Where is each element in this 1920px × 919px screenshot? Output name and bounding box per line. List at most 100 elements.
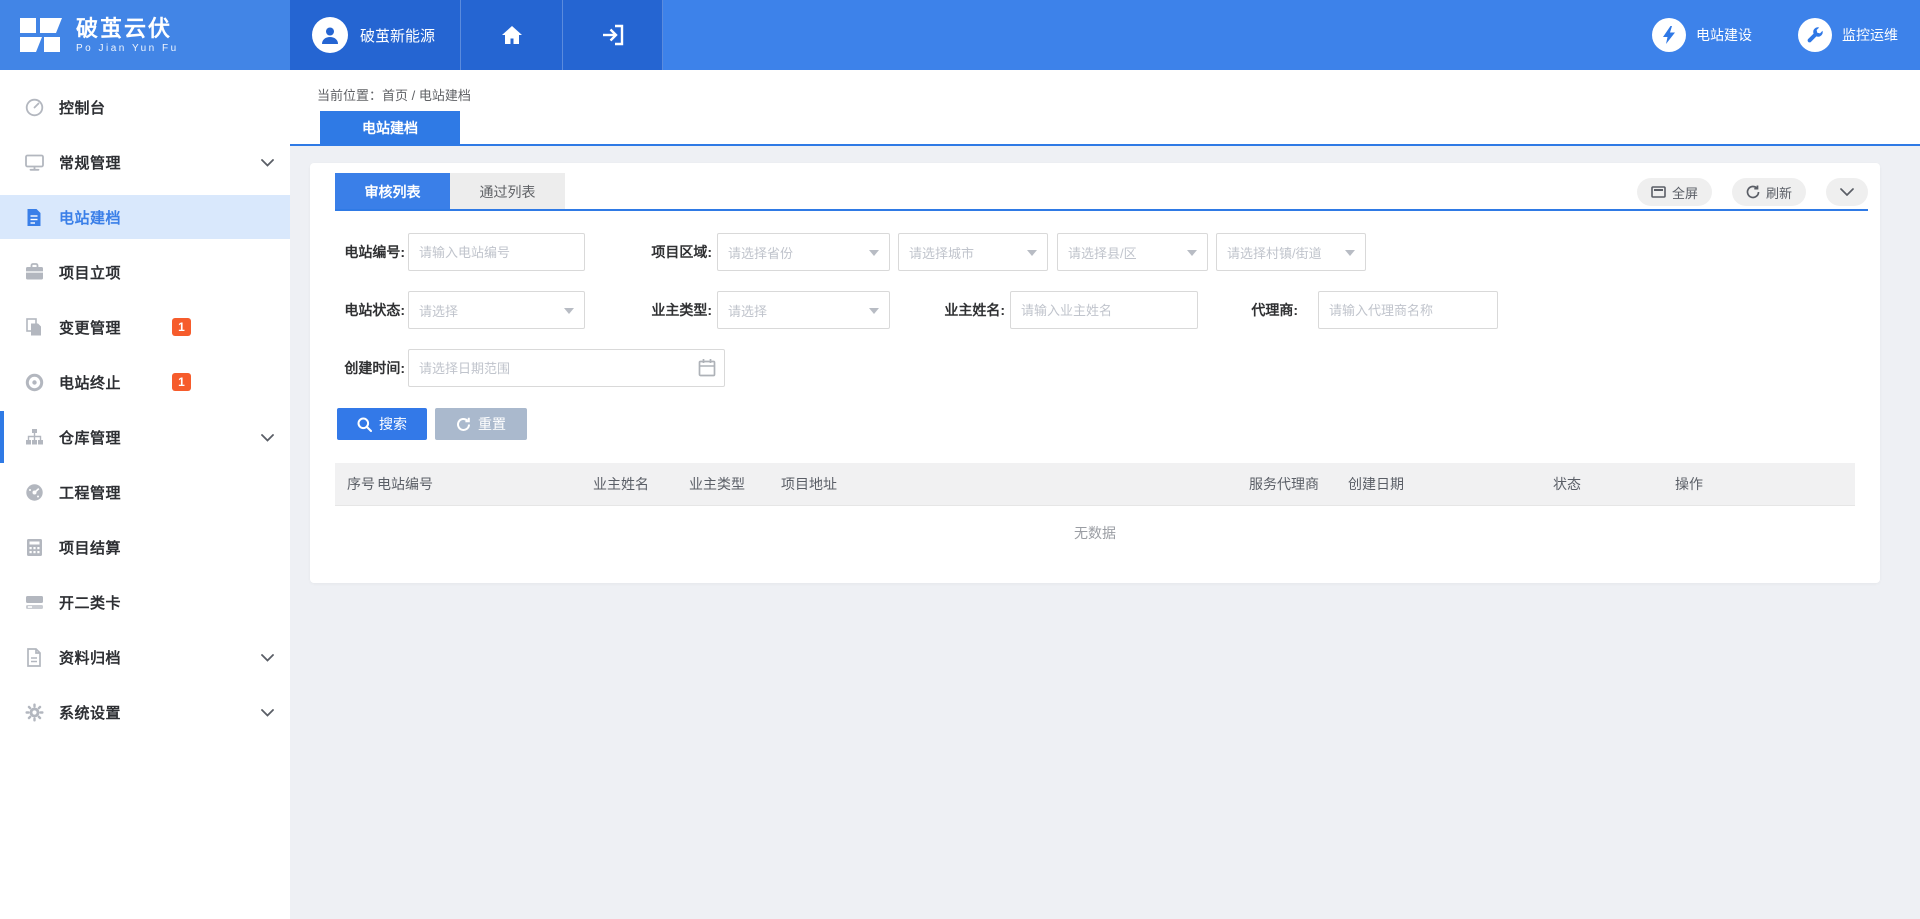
sidebar: 控制台 常规管理 电站建档 项目立项 变更管理 1 电站终止 1 [0,70,290,919]
chevron-down-icon [261,159,274,167]
owner-name-input[interactable] [1010,291,1198,329]
briefcase-icon [24,262,44,282]
tab-underline [335,209,1868,211]
sidebar-item-console[interactable]: 控制台 [0,85,290,129]
col-owner-name: 业主姓名 [593,463,649,506]
col-address: 项目地址 [781,463,837,506]
sidebar-item-system-settings[interactable]: 系统设置 [0,690,290,734]
col-owner-type: 业主类型 [689,463,745,506]
breadcrumb-current: 电站建档 [419,88,471,103]
reset-icon [456,417,471,432]
sidebar-item-label: 电站终止 [59,372,121,393]
search-button[interactable]: 搜索 [337,408,427,440]
sidebar-item-engineering-mgmt[interactable]: 工程管理 [0,470,290,514]
owner-name-label: 业主姓名: [890,291,1005,329]
sidebar-item-open-card[interactable]: 开二类卡 [0,580,290,624]
fullscreen-label: 全屏 [1672,183,1698,202]
owner-type-label: 业主类型: [590,291,712,329]
monitor-icon [24,152,44,172]
sidebar-item-warehouse-mgmt[interactable]: 仓库管理 [0,415,290,459]
sidebar-item-label: 仓库管理 [59,427,121,448]
sidebar-item-data-archive[interactable]: 资料归档 [0,635,290,679]
empty-table-message: 无数据 [335,523,1855,543]
sidebar-item-label: 工程管理 [59,482,121,503]
station-status-select[interactable]: 请选择 [408,291,585,329]
user-avatar-icon [312,17,348,53]
logo-title: 破茧云伏 [76,17,179,41]
collapse-panel-button[interactable] [1826,178,1868,206]
tab-review-list[interactable]: 审核列表 [335,173,450,211]
breadcrumb-home-link[interactable]: 首页 [382,88,408,103]
station-no-label: 电站编号: [310,233,405,271]
calculator-icon [24,537,44,557]
main-content: 当前位置：首页 / 电站建档 电站建档 审核列表 通过列表 全屏 刷新 电站编号… [290,70,1920,919]
change-mgmt-badge: 1 [172,318,191,336]
nav-station-build[interactable]: 电站建设 [1652,18,1752,52]
refresh-button[interactable]: 刷新 [1732,178,1806,206]
col-actions: 操作 [1675,463,1703,506]
station-termination-badge: 1 [172,373,191,391]
sidebar-item-label: 变更管理 [59,317,121,338]
company-name: 破茧新能源 [360,25,435,46]
sidebar-item-station-termination[interactable]: 电站终止 1 [0,360,290,404]
copy-pages-icon [24,317,44,337]
lightning-icon [1652,18,1686,52]
chevron-down-icon [261,654,274,662]
sidebar-item-label: 项目立项 [59,262,121,283]
breadcrumb-bar: 当前位置：首页 / 电站建档 电站建档 [290,70,1920,146]
city-select[interactable]: 请选择城市 [898,233,1048,271]
record-circle-icon [24,372,44,392]
app-header: 破茧云伏 Po Jian Yun Fu 破茧新能源 电站建设 [0,0,1920,70]
sidebar-item-label: 系统设置 [59,702,121,723]
fullscreen-icon [1651,186,1666,198]
fullscreen-button[interactable]: 全屏 [1637,178,1712,206]
create-time-label: 创建时间: [310,349,405,387]
sidebar-item-label: 资料归档 [59,647,121,668]
home-icon [501,24,523,46]
gear-icon [24,702,44,722]
col-status: 状态 [1553,463,1581,506]
wrench-icon [1798,18,1832,52]
col-agent: 服务代理商 [1249,463,1319,506]
sidebar-item-change-mgmt[interactable]: 变更管理 1 [0,305,290,349]
sidebar-item-project-initiation[interactable]: 项目立项 [0,250,290,294]
gauge-icon [24,97,44,117]
refresh-label: 刷新 [1766,183,1792,202]
table-header-row: 序号 电站编号 业主姓名 业主类型 项目地址 服务代理商 创建日期 状态 操作 [335,463,1855,506]
sitemap-icon [24,427,44,447]
logo-subtitle: Po Jian Yun Fu [76,43,179,54]
agent-input[interactable] [1318,291,1498,329]
sidebar-item-station-archive[interactable]: 电站建档 [0,195,290,239]
filter-panel-card: 审核列表 通过列表 全屏 刷新 电站编号: 项目区域: 请选择省份 请选择城市 … [310,163,1880,583]
page-tab-station-archive[interactable]: 电站建档 [320,111,460,144]
chevron-down-icon [261,434,274,442]
sidebar-item-label: 电站建档 [59,207,121,228]
province-select[interactable]: 请选择省份 [717,233,890,271]
logout-button[interactable] [562,0,663,70]
tab-passed-list[interactable]: 通过列表 [450,173,565,211]
sidebar-item-label: 开二类卡 [59,592,121,613]
logout-icon [601,24,625,46]
search-label: 搜索 [379,414,407,434]
reset-label: 重置 [478,414,506,434]
sidebar-item-label: 常规管理 [59,152,121,173]
sidebar-item-general-mgmt[interactable]: 常规管理 [0,140,290,184]
station-no-input[interactable] [408,233,585,271]
refresh-icon [1746,185,1760,199]
home-button[interactable] [460,0,562,70]
date-range-input[interactable] [408,349,725,387]
user-menu[interactable]: 破茧新能源 [290,0,460,70]
agent-label: 代理商: [1190,291,1298,329]
reset-button[interactable]: 重置 [435,408,527,440]
archive-file-icon [24,647,44,667]
owner-type-select[interactable]: 请选择 [717,291,890,329]
nav-monitor-ops[interactable]: 监控运维 [1798,18,1898,52]
sidebar-item-project-settlement[interactable]: 项目结算 [0,525,290,569]
village-select[interactable]: 请选择村镇/街道 [1216,233,1366,271]
sidebar-item-label: 项目结算 [59,537,121,558]
county-select[interactable]: 请选择县/区 [1057,233,1208,271]
nav-station-build-label: 电站建设 [1696,25,1752,45]
date-range-picker[interactable] [408,349,725,387]
station-status-label: 电站状态: [310,291,405,329]
calendar-icon [698,358,716,377]
